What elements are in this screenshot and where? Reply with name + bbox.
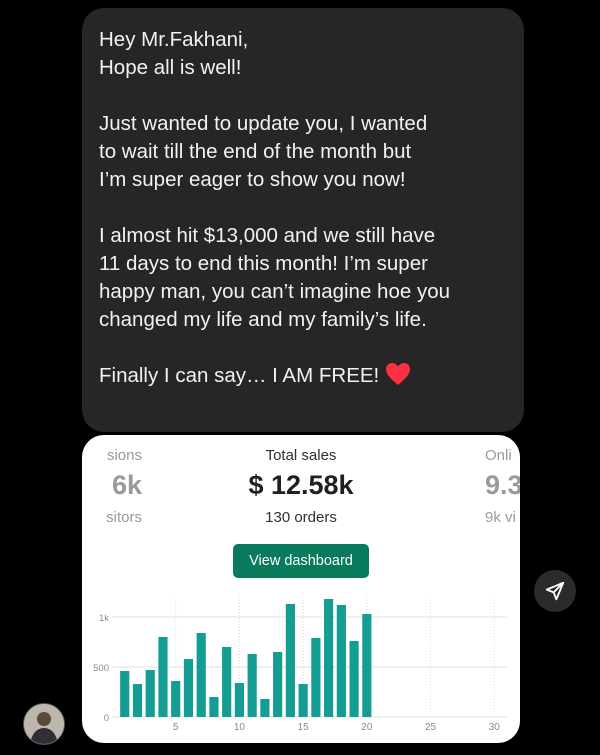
message-paragraph-1: Hey Mr.Fakhani, Hope all is well! [99, 26, 506, 82]
metric-label: Total sales [265, 447, 337, 464]
message-line: to wait till the end of the month but [99, 140, 412, 163]
metric-value: $ 12.58k [248, 470, 354, 500]
sales-bar [285, 604, 295, 717]
message-line: Hope all is well! [99, 56, 242, 79]
red-heart-icon [385, 363, 410, 385]
sales-bar [234, 683, 245, 717]
x-tick-label: 25 [425, 722, 437, 733]
x-tick-label: 30 [489, 722, 501, 733]
message-paragraph-3: I almost hit $13,000 and we still have 1… [99, 222, 506, 334]
sales-bar [324, 599, 334, 717]
online-metric: Onli 9.3 9k vi [485, 447, 520, 526]
x-tick-label: 10 [234, 722, 246, 733]
avatar-photo [24, 704, 64, 744]
dashboard-screenshot-card[interactable]: sions 6k sitors Total sales $ 12.58k 130… [82, 435, 520, 743]
metric-label: sions [106, 447, 142, 464]
message-line: I almost hit $13,000 and we still have [99, 224, 436, 247]
message-paragraph-4: Finally I can say… I AM FREE! [99, 362, 506, 390]
sales-bar [273, 652, 283, 717]
user-avatar[interactable] [23, 703, 65, 745]
message-line: Finally I can say… I AM FREE! [99, 364, 380, 387]
message-paragraph-2: Just wanted to update you, I wanted to w… [99, 110, 506, 194]
sales-bar [145, 670, 155, 717]
message-line: Just wanted to update you, I wanted [99, 112, 428, 135]
send-icon [545, 581, 565, 601]
metric-sub: 9k vi [485, 509, 516, 526]
sales-bar [260, 699, 270, 717]
send-button[interactable] [534, 570, 576, 612]
metric-label: Onli [485, 447, 512, 464]
sales-bar [132, 684, 143, 717]
sales-bar [209, 697, 219, 717]
x-tick-label: 15 [298, 722, 310, 733]
sales-bar [171, 681, 181, 717]
metric-sub: 130 orders [265, 509, 337, 526]
sales-bar-chart: 0 500 1k 5 10 15 20 25 30 [93, 597, 507, 733]
y-tick-label: 0 [104, 713, 109, 724]
metric-sub: sitors [106, 509, 142, 526]
sales-bar [120, 671, 130, 717]
sessions-metric: sions 6k sitors [82, 447, 142, 526]
message-bubble: Hey Mr.Fakhani, Hope all is well! Just w… [82, 8, 524, 432]
y-tick-label: 500 [93, 663, 109, 674]
message-line: changed my life and my family’s life. [99, 308, 427, 331]
total-sales-metric: Total sales $ 12.58k 130 orders [201, 447, 401, 526]
message-line: Hey Mr.Fakhani, [99, 28, 249, 51]
x-tick-label: 20 [361, 722, 373, 733]
metric-value: 6k [111, 470, 142, 500]
sales-bar [222, 647, 232, 717]
view-dashboard-button[interactable]: View dashboard [233, 544, 369, 578]
sales-bar [183, 659, 194, 717]
metric-value: 9.3 [485, 470, 520, 500]
sales-bar [362, 614, 372, 717]
message-line: happy man, you can’t imagine hoe you [99, 280, 451, 303]
y-tick-label: 1k [99, 613, 109, 624]
sales-bar [196, 633, 206, 717]
sales-bar [349, 641, 359, 717]
message-line: I’m super eager to show you now! [99, 168, 406, 191]
sales-bar [158, 637, 168, 717]
sales-bar [247, 654, 257, 717]
x-tick-label: 5 [173, 722, 179, 733]
message-line: 11 days to end this month! I’m super [99, 252, 428, 275]
sales-bar [311, 638, 321, 717]
sales-bar [336, 605, 346, 717]
sales-bar [298, 684, 308, 717]
